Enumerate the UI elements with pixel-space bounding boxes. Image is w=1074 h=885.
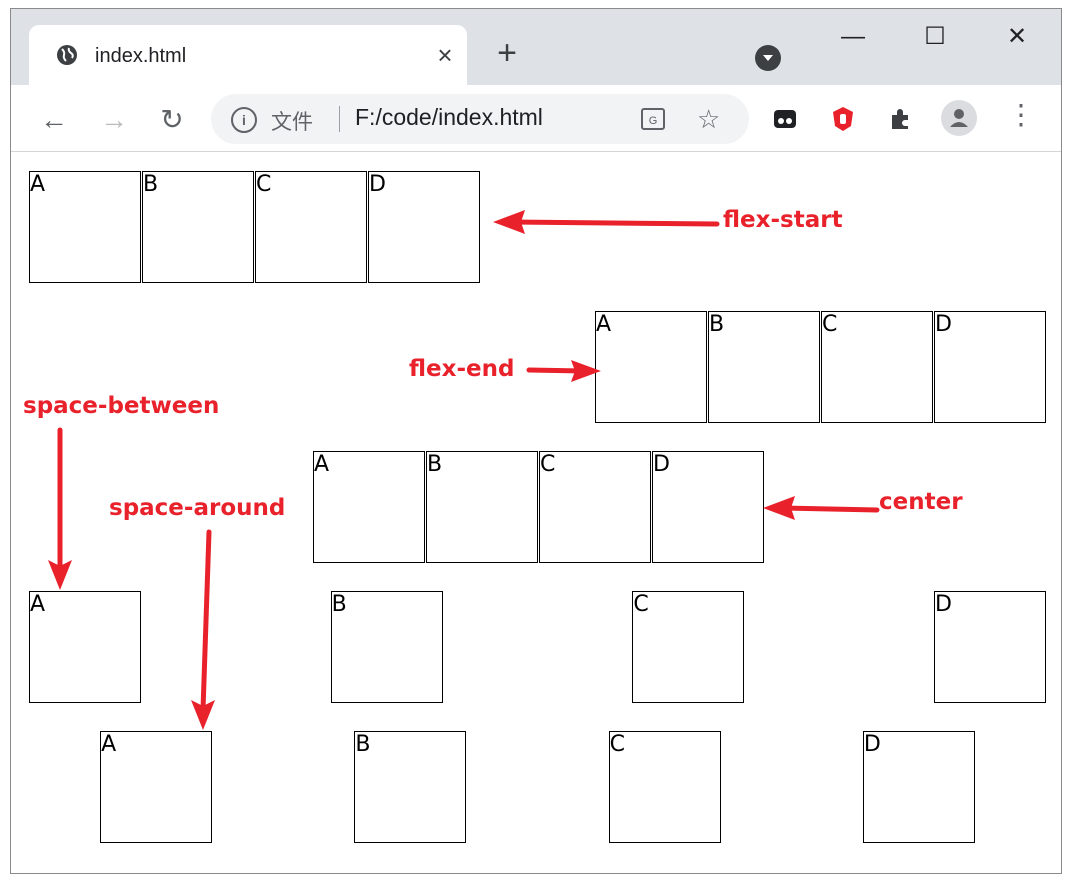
label-center: center (879, 489, 963, 515)
url-text[interactable]: F:/code/index.html (355, 104, 543, 131)
profile-dropdown-icon[interactable] (755, 45, 781, 71)
maximize-icon[interactable]: ☐ (907, 19, 963, 55)
star-icon[interactable]: ☆ (697, 104, 720, 135)
address-bar[interactable]: i 文件 F:/code/index.html G ☆ (211, 94, 749, 144)
close-icon[interactable]: × (431, 41, 459, 69)
avatar-icon[interactable] (941, 100, 977, 136)
globe-icon (57, 45, 77, 65)
label-flex-end: flex-end (409, 356, 515, 382)
browser-window: index.html × + — ☐ ✕ ← → ↻ i 文件 F:/code/… (10, 8, 1062, 874)
tab-title: index.html (95, 45, 187, 67)
arrow-space-around (200, 529, 212, 713)
title-bar: index.html × + — ☐ ✕ (11, 9, 1061, 85)
label-space-around: space-around (109, 495, 286, 521)
label-flex-start: flex-start (723, 207, 843, 233)
back-icon[interactable]: ← (37, 103, 71, 137)
page-content: A B C D A B C D A B C D A B C D A B C D … (11, 152, 1061, 873)
omnibox-separator (339, 106, 340, 132)
arrow-center (780, 505, 880, 513)
minimize-icon[interactable]: — (825, 19, 881, 55)
puzzle-icon[interactable] (887, 105, 915, 133)
forward-icon[interactable]: → (97, 103, 131, 137)
kebab-menu-icon[interactable]: ⋮ (1007, 101, 1035, 129)
extension-mask-icon[interactable] (771, 105, 799, 133)
arrow-flex-start (508, 219, 720, 227)
window-close-icon[interactable]: ✕ (989, 19, 1045, 55)
label-space-between: space-between (23, 393, 220, 419)
reload-icon[interactable]: ↻ (155, 103, 189, 137)
scheme-label: 文件 (271, 111, 313, 134)
browser-tab[interactable]: index.html × (29, 25, 467, 85)
plus-icon[interactable]: + (491, 36, 523, 70)
extension-shield-icon[interactable] (829, 105, 857, 133)
translate-icon[interactable]: G (641, 108, 665, 130)
toolbar: ← → ↻ i 文件 F:/code/index.html G ☆ ⋮ (11, 85, 1061, 152)
info-icon[interactable]: i (231, 107, 257, 133)
